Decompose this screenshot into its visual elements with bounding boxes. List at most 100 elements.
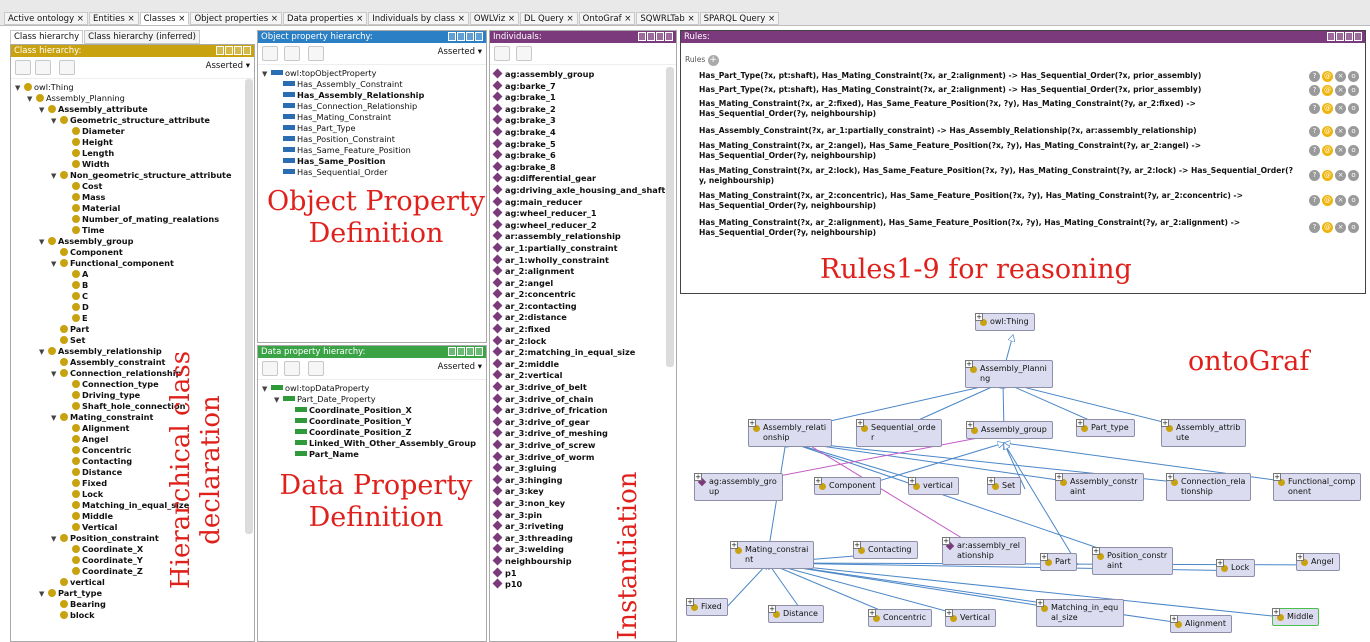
individual-item[interactable]: ar_3:non_key [492,497,676,510]
individual-item[interactable]: ar_2:matching_in_equal_size [492,346,676,359]
delete-icon[interactable]: × [1335,71,1346,82]
individual-item[interactable]: ar_2:contacting [492,300,676,313]
graph-node-ag[interactable]: + Assembly_group [966,421,1053,439]
annotate-icon[interactable]: @ [1322,145,1333,156]
tree-node[interactable]: ▼ Part_Date_Property [262,394,486,405]
tree-node[interactable]: Has_Position_Constraint [262,134,486,145]
tree-node[interactable]: C [15,291,254,302]
expand-node-icon[interactable]: + [1076,419,1084,427]
edit-icon[interactable]: o [1348,170,1359,181]
add-sibling-property-button[interactable] [284,361,300,376]
delete-icon[interactable]: × [1335,222,1346,233]
asserted-dropdown[interactable]: Asserted ▾ [438,47,482,57]
individual-item[interactable]: ag:brake_2 [492,103,676,116]
data-property-tree[interactable]: ▼ owl:topDataProperty ▼ Part_Date_Property C… [258,380,486,460]
tree-node[interactable]: Mass [15,192,254,203]
individual-item[interactable]: ar_3:riveting [492,520,676,533]
tab-entities[interactable]: Entities × [88,12,139,25]
tree-node[interactable]: Coordinate_Position_X [262,405,486,416]
tab-data-properties[interactable]: Data properties × [283,12,368,25]
tree-node[interactable]: ▼ Assembly_attribute [15,104,254,115]
help-icon[interactable]: ? [1309,103,1320,114]
add-sibling-property-button[interactable] [284,46,300,61]
tree-node[interactable]: Material [15,203,254,214]
tab-active-ontology[interactable]: Active ontology × [4,12,88,25]
tree-node[interactable]: Number_of_mating_realations [15,214,254,225]
asserted-dropdown[interactable]: Asserted ▾ [438,362,482,372]
expand-node-icon[interactable]: + [987,477,995,485]
graph-node-ar[interactable]: + Assembly_relati onship [748,419,833,447]
add-subclass-button[interactable] [15,60,31,75]
graph-node-lock[interactable]: + Lock [1216,559,1256,577]
individual-item[interactable]: ar_3:drive_of_chain [492,393,676,406]
tree-node[interactable]: ▼ Non_geometric_structure_attribute [15,170,254,181]
annotate-icon[interactable]: @ [1322,103,1333,114]
graph-node-angel[interactable]: + Angel [1296,553,1340,571]
rule-row[interactable]: Has_Mating_Constraint(?x, ar_2:fixed), H… [699,99,1299,119]
edit-icon[interactable]: o [1348,222,1359,233]
help-icon[interactable]: ? [1309,85,1320,96]
individual-item[interactable]: ag:brake_6 [492,149,676,162]
individual-item[interactable]: ag:wheel_reducer_2 [492,219,676,232]
delete-class-button[interactable] [59,60,75,75]
tab-ontograf[interactable]: OntoGraf × [578,12,636,25]
expand-node-icon[interactable]: + [1296,553,1304,561]
help-icon[interactable]: ? [1309,195,1320,206]
expand-node-icon[interactable]: + [1166,473,1174,481]
expand-node-icon[interactable]: + [686,598,694,606]
graph-node-mid[interactable]: + Middle [1272,608,1320,626]
tree-node[interactable]: Linked_With_Other_Assembly_Group [262,438,486,449]
expand-node-icon[interactable]: + [966,421,974,429]
tab-individuals-by-class[interactable]: Individuals by class × [368,12,469,25]
individual-item[interactable]: ar_3:threading [492,532,676,545]
graph-node-dist[interactable]: + Distance [768,605,824,623]
tree-node[interactable]: Cost [15,181,254,192]
graph-node-ari[interactable]: + ar:assembly_rel ationship [942,537,1026,565]
graph-node-mc[interactable]: + Mating_constrai nt [730,541,815,569]
individual-item[interactable]: ar_2:fixed [492,323,676,336]
add-individual-button[interactable] [494,46,510,61]
graph-node-part[interactable]: + Part [1040,553,1077,571]
tree-node[interactable]: Has_Assembly_Relationship [262,90,486,101]
graph-node-vert[interactable]: + vertical [908,477,959,495]
graph-node-thing[interactable]: + owl:Thing [975,313,1035,331]
individual-item[interactable]: ag:driving_axle_housing_and_shaft [492,184,676,197]
edit-icon[interactable]: o [1348,126,1359,137]
add-subproperty-button[interactable] [262,361,278,376]
expand-node-icon[interactable]: + [975,313,983,321]
tab-object-properties[interactable]: Object properties × [190,12,283,25]
delete-property-button[interactable] [308,46,324,61]
expand-node-icon[interactable]: + [1272,608,1280,616]
expand-node-icon[interactable]: + [853,541,861,549]
window-buttons[interactable] [448,347,483,356]
graph-node-vert2[interactable]: + Vertical [945,609,996,627]
edit-icon[interactable]: o [1348,195,1359,206]
rule-row[interactable]: Has_Assembly_Constraint(?x, ar_1:partial… [699,126,1299,136]
graph-node-aa[interactable]: + Assembly_attrib ute [1161,419,1247,447]
tree-node[interactable]: Has_Same_Feature_Position [262,145,486,156]
delete-icon[interactable]: × [1335,103,1346,114]
tab-owlviz[interactable]: OWLViz × [469,12,520,25]
individual-item[interactable]: ar_3:drive_of_worm [492,451,676,464]
individual-item[interactable]: ar:assembly_relationship [492,230,676,243]
tree-node[interactable]: Has_Same_Position [262,156,486,167]
expand-node-icon[interactable]: + [1036,599,1044,607]
tab-sqwrltab[interactable]: SQWRLTab × [636,12,699,25]
tree-node[interactable]: ▼ Assembly_Planning [15,93,254,104]
tree-node[interactable]: Diameter [15,126,254,137]
individual-item[interactable]: ar_3:hinging [492,474,676,487]
help-icon[interactable]: ? [1309,71,1320,82]
expand-node-icon[interactable]: + [1040,553,1048,561]
window-buttons[interactable] [448,32,483,41]
tree-node[interactable]: Has_Sequential_Order [262,167,486,178]
help-icon[interactable]: ? [1309,222,1320,233]
annotate-icon[interactable]: @ [1322,195,1333,206]
individual-item[interactable]: ar_3:drive_of_screw [492,439,676,452]
individual-item[interactable]: ag:brake_1 [492,91,676,104]
tree-node[interactable]: Coordinate_Position_Z [262,427,486,438]
expand-node-icon[interactable]: + [694,473,702,481]
individual-item[interactable]: ar_3:drive_of_meshing [492,427,676,440]
tree-node[interactable]: Width [15,159,254,170]
edit-icon[interactable]: o [1348,71,1359,82]
expand-node-icon[interactable]: + [908,477,916,485]
